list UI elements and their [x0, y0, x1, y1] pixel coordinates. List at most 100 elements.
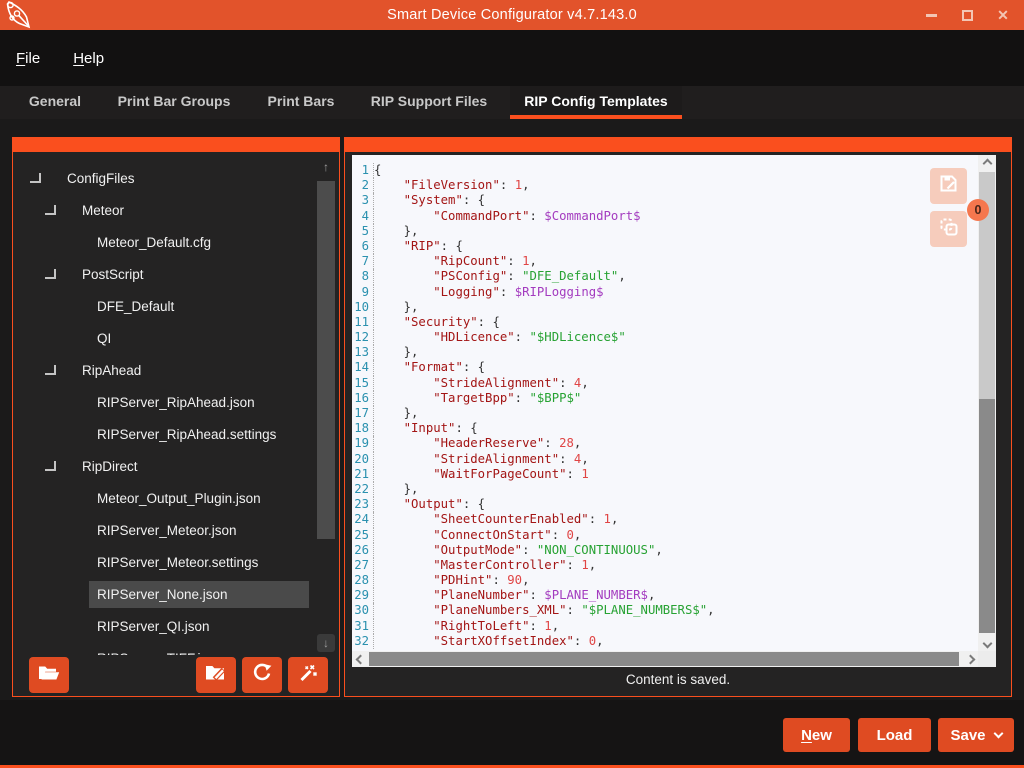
code-line: 19 "HeaderReserve": 28, [352, 436, 976, 451]
line-number: 8 [352, 269, 374, 284]
magic-wand-icon [298, 663, 318, 688]
code-line: 8 "PSConfig": "DFE_Default", [352, 269, 976, 284]
expander-spacer [59, 428, 72, 441]
tree-scrollbar[interactable]: ↑ ↓ [317, 158, 335, 652]
editor-scroll-down-icon[interactable] [978, 635, 996, 651]
code-editor[interactable]: 1{2 "FileVersion": 1,3 "System": {4 "Com… [352, 155, 996, 667]
expander-icon[interactable] [44, 268, 57, 281]
tree-item-configfiles[interactable]: ConfigFiles [13, 162, 339, 194]
reload-button[interactable] [242, 657, 282, 693]
code-line: 16 "TargetBpp": "$BPP$" [352, 391, 976, 406]
tree-item-ripserver-qi-json[interactable]: RIPServer_QI.json [13, 610, 339, 642]
tab-rip-support-files[interactable]: RIP Support Files [348, 86, 510, 119]
copy-icon [939, 217, 959, 242]
editor-horizontal-scrollbar[interactable] [352, 651, 978, 667]
new-button[interactable]: New [783, 718, 850, 752]
app-window: Smart Device Configurator v4.7.143.0 ✕ F… [0, 0, 1024, 768]
code-line: 13 }, [352, 345, 976, 360]
code-line: 25 "ConnectOnStart": 0, [352, 528, 976, 543]
line-number: 18 [352, 421, 374, 436]
code-line: 32 "StartXOffsetIndex": 0, [352, 634, 976, 649]
tree-item-qi[interactable]: QI [13, 322, 339, 354]
tab-print-bar-groups[interactable]: Print Bar Groups [94, 86, 254, 119]
tab-bar: GeneralPrint Bar GroupsPrint BarsRIP Sup… [0, 86, 1024, 119]
tree-item-label: RIPServer_Meteor.settings [89, 549, 309, 576]
code-line: 23 "Output": { [352, 497, 976, 512]
code-line: 30 "PlaneNumbers_XML": "$PLANE_NUMBERS$"… [352, 603, 976, 618]
tree-item-ripserver-meteor-settings[interactable]: RIPServer_Meteor.settings [13, 546, 339, 578]
line-number: 4 [352, 209, 374, 224]
line-number: 2 [352, 178, 374, 193]
tree-item-ripdirect[interactable]: RipDirect [13, 450, 339, 482]
save-edit-icon [939, 174, 958, 198]
left-panel-header [13, 138, 339, 152]
line-number: 21 [352, 467, 374, 482]
line-number: 15 [352, 376, 374, 391]
line-number: 12 [352, 330, 374, 345]
save-template-button[interactable] [930, 168, 967, 204]
expander-spacer [59, 396, 72, 409]
scroll-down-icon[interactable]: ↓ [317, 634, 335, 652]
tree-toolbar [14, 655, 338, 695]
window-title: Smart Device Configurator v4.7.143.0 [0, 7, 1024, 23]
tree-scrollbar-thumb[interactable] [317, 181, 335, 539]
code-line: 9 "Logging": $RIPLogging$ [352, 285, 976, 300]
tree-item-label: RipDirect [74, 453, 309, 480]
tree-item-ripserver-ripahead-json[interactable]: RIPServer_RipAhead.json [13, 386, 339, 418]
editor-vertical-track[interactable] [979, 399, 995, 633]
editor-scroll-right-icon[interactable] [962, 651, 978, 667]
maximize-button[interactable] [960, 7, 974, 23]
editor-horizontal-thumb[interactable] [369, 652, 959, 666]
close-button[interactable]: ✕ [996, 7, 1010, 23]
tree-item-ripahead[interactable]: RipAhead [13, 354, 339, 386]
expander-icon[interactable] [44, 204, 57, 217]
code-line: 12 "HDLicence": "$HDLicence$" [352, 330, 976, 345]
tree-item-dfe-default[interactable]: DFE_Default [13, 290, 339, 322]
config-file-tree: ConfigFilesMeteorMeteor_Default.cfg PostS… [13, 152, 339, 664]
tab-general[interactable]: General [16, 86, 94, 119]
tree-item-meteor[interactable]: Meteor [13, 194, 339, 226]
code-line: 21 "WaitForPageCount": 1 [352, 467, 976, 482]
load-button[interactable]: Load [858, 718, 931, 752]
editor-scroll-left-icon[interactable] [352, 651, 368, 667]
line-number: 23 [352, 497, 374, 512]
tree-item-meteor-default-cfg[interactable]: Meteor_Default.cfg [13, 226, 339, 258]
title-bar[interactable]: Smart Device Configurator v4.7.143.0 ✕ [0, 0, 1024, 30]
copy-template-button[interactable] [930, 211, 967, 247]
line-number: 10 [352, 300, 374, 315]
menu-bar: File Help [0, 30, 1024, 86]
code-line: 3 "System": { [352, 193, 976, 208]
tab-print-bars[interactable]: Print Bars [254, 86, 348, 119]
line-number: 29 [352, 588, 374, 603]
save-button[interactable]: Save [938, 718, 1014, 752]
minimize-button[interactable] [924, 7, 938, 23]
line-number: 14 [352, 360, 374, 375]
tree-item-ripserver-meteor-json[interactable]: RIPServer_Meteor.json [13, 514, 339, 546]
wizard-button[interactable] [288, 657, 328, 693]
menu-help[interactable]: Help [73, 50, 104, 67]
code-line: 2 "FileVersion": 1, [352, 178, 976, 193]
tree-item-meteor-output-plugin-json[interactable]: Meteor_Output_Plugin.json [13, 482, 339, 514]
code-lines: 1{2 "FileVersion": 1,3 "System": {4 "Com… [352, 163, 976, 649]
expander-icon[interactable] [44, 460, 57, 473]
code-line: 20 "StrideAlignment": 4, [352, 452, 976, 467]
editor-scroll-up-icon[interactable] [978, 155, 996, 171]
menu-file[interactable]: File [16, 50, 40, 67]
tree-item-ripserver-none-json[interactable]: RIPServer_None.json [13, 578, 339, 610]
footer-bar: NewLoadSave [0, 700, 1024, 768]
expander-icon[interactable] [44, 364, 57, 377]
tree-item-postscript[interactable]: PostScript [13, 258, 339, 290]
edit-folder-button[interactable] [196, 657, 236, 693]
counter-badge: 0 [967, 199, 989, 221]
editor-vertical-scrollbar[interactable] [978, 155, 996, 651]
tree-item-ripserver-ripahead-settings[interactable]: RIPServer_RipAhead.settings [13, 418, 339, 450]
tree-item-label: RIPServer_Meteor.json [89, 517, 309, 544]
code-line: 29 "PlaneNumber": $PLANE_NUMBER$, [352, 588, 976, 603]
expander-icon[interactable] [29, 172, 42, 185]
open-folder-button[interactable] [29, 657, 69, 693]
code-line: 15 "StrideAlignment": 4, [352, 376, 976, 391]
scroll-up-icon[interactable]: ↑ [317, 158, 335, 176]
tab-rip-config-templates[interactable]: RIP Config Templates [510, 86, 682, 119]
tree-item-label: PostScript [74, 261, 309, 288]
tree-item-label: DFE_Default [89, 293, 309, 320]
